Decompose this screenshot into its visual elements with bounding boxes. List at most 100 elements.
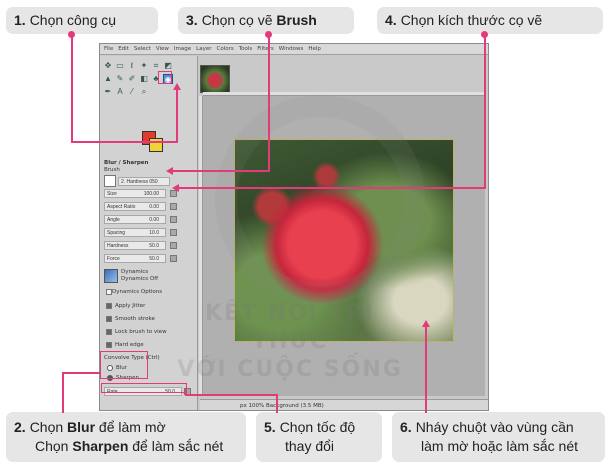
force-label: Force (107, 256, 120, 262)
spacing-field[interactable]: Spacing 10.0 (104, 228, 166, 237)
spacing-value: 10.0 (149, 230, 159, 236)
callout-2-num: 2. (14, 419, 26, 435)
callout-6-l1: Nháy chuột vào vùng cần (415, 419, 574, 435)
callout-6: 6. Nháy chuột vào vùng cần làm mờ hoặc là… (392, 412, 605, 462)
move-tool-icon[interactable]: ✥ (103, 61, 113, 71)
watermark-text: KẾT NỐI TRI THỨC VỚI CUỘC SỐNG (175, 300, 405, 384)
callout-5-l1: Chọn tốc độ (279, 419, 356, 435)
connector-3-arrow (166, 167, 173, 175)
callout-4-num: 4. (385, 12, 397, 28)
hard-edge-checkbox[interactable] (106, 342, 112, 348)
connector-1-h (71, 141, 178, 143)
eraser-icon[interactable]: ◧ (139, 74, 149, 84)
callout-2-l1-bold: Blur (67, 419, 96, 435)
menu-select[interactable]: Select (134, 46, 151, 52)
spacing-label: Spacing (107, 230, 126, 236)
menu-colors[interactable]: Colors (216, 46, 233, 52)
force-field[interactable]: Force 50.0 (104, 254, 166, 263)
hardness-label: Hardness (107, 243, 129, 249)
force-value: 50.0 (149, 256, 159, 262)
connector-6-arrow (422, 320, 430, 327)
connector-2-v (62, 372, 64, 413)
menu-layer[interactable]: Layer (196, 46, 211, 52)
lock-brush-checkbox[interactable] (106, 329, 112, 335)
dynamics-icon[interactable] (104, 269, 118, 283)
lasso-icon[interactable]: ℓ (127, 61, 137, 71)
paths-icon[interactable]: ✒ (103, 87, 113, 97)
smooth-stroke-label: Smooth stroke (115, 316, 155, 322)
connector-3-v (268, 34, 270, 171)
menu-file[interactable]: File (104, 46, 113, 52)
callout-1: 1. Chọn công cụ (6, 7, 158, 34)
paintbrush-icon[interactable]: ✐ (127, 74, 137, 84)
image-thumbnail-tab[interactable] (200, 65, 230, 93)
connector-5-v (276, 394, 278, 413)
hardness-reset-button[interactable] (170, 242, 177, 249)
menu-filters[interactable]: Filters (257, 46, 274, 52)
bucket-fill-icon[interactable]: ▲ (103, 74, 113, 84)
menu-help[interactable]: Help (308, 46, 321, 52)
connector-6-v (425, 327, 427, 413)
apply-jitter-checkbox[interactable] (106, 303, 112, 309)
brush-name: 2. Hardness 050 (121, 179, 158, 185)
hardness-value: 50.0 (149, 243, 159, 249)
menu-tools[interactable]: Tools (239, 46, 253, 52)
dynamics-options-checkbox[interactable] (106, 289, 112, 295)
connector-4-h (178, 187, 486, 189)
callout-6-num: 6. (400, 419, 412, 435)
callout-3-num: 3. (186, 12, 198, 28)
tool-options-title: Blur / Sharpen (104, 160, 149, 166)
zoom-icon[interactable]: ⌕ (139, 87, 149, 97)
force-reset-button[interactable] (170, 255, 177, 262)
hard-edge-label: Hard edge (115, 342, 144, 348)
text-tool-icon[interactable]: A (115, 87, 125, 97)
callout-2-l2-bold: Sharpen (72, 438, 129, 454)
transform-icon[interactable]: ◩ (163, 61, 173, 71)
spacing-reset-button[interactable] (170, 229, 177, 236)
menu-view[interactable]: View (156, 46, 169, 52)
callout-6-l2: làm mờ hoặc làm sắc nét (421, 438, 579, 454)
hardness-field[interactable]: Hardness 50.0 (104, 241, 166, 250)
watermark-logo (215, 95, 425, 305)
connector-5-h (185, 394, 278, 396)
color-picker-icon[interactable]: ⁄ (127, 87, 137, 97)
connector-2-h (62, 372, 100, 374)
aspect-ratio-field[interactable]: Aspect Ratio 0.00 (104, 202, 166, 211)
rect-select-icon[interactable]: ▭ (115, 61, 125, 71)
callout-1-num: 1. (14, 12, 26, 28)
callout-2: 2. Chọn Blur để làm mờ Chọn Sharpen để là… (6, 412, 246, 462)
brush-select[interactable]: 2. Hardness 050 (118, 177, 170, 186)
size-label: Size (107, 191, 117, 197)
callout-3-text: Chọn cọ vẽ (201, 12, 277, 28)
callout-2-l2-post: để làm sắc nét (128, 438, 224, 454)
smooth-stroke-checkbox[interactable] (106, 316, 112, 322)
dynamics-label: Dynamics (121, 269, 149, 275)
rate-highlight (101, 383, 187, 393)
size-value: 100.00 (143, 191, 159, 197)
aspect-reset-button[interactable] (170, 203, 177, 210)
pencil-icon[interactable]: ✎ (115, 74, 125, 84)
watermark-line2: VỚI CUỘC SỐNG (177, 357, 403, 382)
angle-value: 0.00 (149, 217, 159, 223)
angle-reset-button[interactable] (170, 216, 177, 223)
callout-5-num: 5. (264, 419, 276, 435)
connector-3-h (172, 170, 270, 172)
lock-brush-label: Lock brush to view (115, 329, 167, 335)
connector-4-arrow (172, 184, 179, 192)
callout-2-l1-pre: Chọn (29, 419, 68, 435)
callout-5-l2: thay đổi (285, 438, 335, 454)
callout-3: 3. Chọn cọ vẽ Brush (178, 7, 354, 34)
angle-field[interactable]: Angle 0.00 (104, 215, 166, 224)
menu-windows[interactable]: Windows (279, 46, 304, 52)
dynamics-options-label[interactable]: Dynamics Options (112, 289, 162, 295)
watermark-line1: KẾT NỐI TRI THỨC (205, 301, 375, 354)
callout-2-l1-post: để làm mờ (95, 419, 166, 435)
size-field[interactable]: Size 100.00 (104, 189, 166, 198)
fuzzy-select-icon[interactable]: ✦ (139, 61, 149, 71)
menu-edit[interactable]: Edit (118, 46, 129, 52)
brush-preview-icon[interactable] (104, 175, 116, 187)
crop-icon[interactable]: ⌗ (151, 61, 161, 71)
apply-jitter-label: Apply Jitter (115, 303, 146, 309)
menu-image[interactable]: Image (174, 46, 191, 52)
dynamics-value[interactable]: Dynamics Off (121, 276, 158, 282)
